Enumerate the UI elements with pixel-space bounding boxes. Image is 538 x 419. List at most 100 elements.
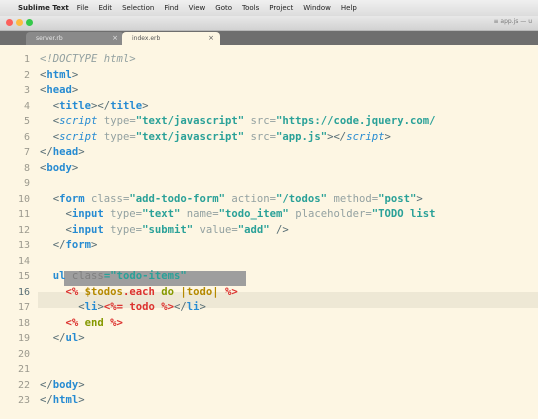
- tag-name: li: [84, 301, 98, 313]
- menu-find[interactable]: Find: [164, 4, 178, 12]
- code-line-selected: ul class="todo-items": [40, 269, 187, 285]
- menu-view[interactable]: View: [189, 4, 206, 12]
- tag-bracket: />: [269, 223, 289, 236]
- line-number-current: 16: [17, 286, 30, 298]
- tag-name: input: [71, 223, 104, 236]
- line-number: 9: [23, 178, 30, 189]
- tag-bracket: </: [174, 301, 187, 313]
- line-number: 11: [17, 209, 30, 220]
- line-number: 10: [17, 193, 30, 205]
- tag-name: body: [46, 161, 72, 174]
- minimize-window-button[interactable]: [16, 19, 23, 26]
- code-line: <script type="text/javascript" src="http…: [40, 114, 436, 130]
- code-line: </html>: [40, 393, 85, 409]
- tag-name: html: [46, 68, 72, 81]
- tab-server-rb[interactable]: server.rb ×: [26, 32, 124, 45]
- menu-file[interactable]: File: [77, 4, 89, 12]
- line-number: 6: [23, 131, 30, 143]
- erb-delimiter: <%: [65, 285, 79, 298]
- menu-window[interactable]: Window: [303, 4, 331, 12]
- tag-name: input: [71, 208, 104, 220]
- line-number: 13: [17, 240, 30, 251]
- tag-bracket: >: [91, 239, 98, 251]
- code-line: <li><%= todo %></li>: [40, 300, 206, 316]
- menu-help[interactable]: Help: [341, 4, 357, 12]
- line-number: 1: [23, 54, 30, 65]
- tag-bracket: </: [40, 394, 53, 406]
- erb-delimiter: <%: [65, 316, 79, 329]
- tag-name: head: [52, 146, 79, 158]
- code-line: <title></title>: [40, 99, 149, 115]
- code-line: </form>: [40, 238, 98, 254]
- tag-name: ul: [65, 332, 79, 344]
- menu-goto[interactable]: Goto: [215, 4, 232, 12]
- tag-bracket: >: [416, 192, 423, 205]
- code-line: <input type="text" name="todo_item" plac…: [40, 207, 436, 223]
- code-line: <html>: [40, 68, 78, 84]
- tag-bracket: >: [78, 378, 85, 391]
- erb-delimiter: %>: [218, 285, 238, 298]
- doctype: <!DOCTYPE html>: [40, 53, 136, 65]
- attr-name: name=: [180, 208, 219, 220]
- tag-bracket: ></: [327, 130, 347, 143]
- tag-name: form: [65, 239, 92, 251]
- code-line: </head>: [40, 145, 85, 161]
- menu-tools[interactable]: Tools: [242, 4, 259, 12]
- window-title-info: ≡ app.js — u: [493, 18, 532, 25]
- tag-name: title: [59, 99, 92, 112]
- close-window-button[interactable]: [6, 19, 13, 26]
- tab-label: index.erb: [132, 35, 161, 42]
- code-line: <body>: [40, 161, 78, 177]
- attr-value: "add-todo-form": [129, 192, 225, 205]
- attr-name: src=: [244, 130, 277, 143]
- attr-value: "add": [237, 223, 270, 236]
- tag-name: script: [346, 130, 385, 143]
- menu-selection[interactable]: Selection: [122, 4, 154, 12]
- attr-name: type=: [97, 115, 136, 127]
- attr-value: ="todo-items": [103, 270, 187, 282]
- tag-name: title: [110, 99, 143, 112]
- close-tab-icon[interactable]: ×: [208, 32, 214, 45]
- code-line: <form class="add-todo-form" action="/tod…: [40, 192, 423, 208]
- tag-bracket: </: [52, 332, 66, 344]
- attr-value: "todo_item": [218, 208, 289, 220]
- menu-app-name[interactable]: Sublime Text: [18, 4, 69, 12]
- tag-bracket: >: [71, 84, 79, 96]
- attr-value: "TODO list: [371, 208, 436, 220]
- code-line: <script type="text/javascript" src="app.…: [40, 130, 391, 146]
- line-number: 14: [17, 255, 30, 267]
- code-line: <head>: [40, 83, 78, 99]
- attr-name: type=: [103, 208, 143, 220]
- tag-bracket: >: [199, 301, 206, 313]
- tag-name: script: [59, 115, 98, 127]
- code-line: <% end %>: [40, 316, 123, 332]
- line-number: 5: [23, 116, 30, 127]
- line-number: 4: [23, 100, 30, 112]
- tab-index-erb[interactable]: index.erb ×: [122, 32, 220, 45]
- attr-name: value=: [193, 223, 238, 236]
- ruby-block-param: |todo|: [173, 285, 219, 298]
- erb-delimiter: %>: [103, 316, 123, 329]
- menu-edit[interactable]: Edit: [99, 4, 113, 12]
- close-tab-icon[interactable]: ×: [112, 32, 118, 45]
- menu-project[interactable]: Project: [269, 4, 293, 12]
- tag-bracket: >: [78, 332, 85, 344]
- line-number: 21: [17, 364, 30, 375]
- sublime-window: Sublime Text File Edit Selection Find Vi…: [0, 0, 538, 419]
- line-number: 2: [23, 69, 30, 81]
- ruby-expression: todo: [122, 301, 155, 313]
- tag-bracket: </: [52, 239, 66, 251]
- tab-label: server.rb: [36, 35, 63, 42]
- code-editor[interactable]: 1 2 3 4 5 6 7 8 9 10 11 12 13 14 15 16 1…: [0, 45, 538, 419]
- code-line-current: <% $todos.each do |todo| %>: [40, 285, 238, 301]
- erb-delimiter: %>: [154, 301, 174, 313]
- zoom-window-button[interactable]: [26, 19, 33, 26]
- line-number: 8: [23, 162, 30, 174]
